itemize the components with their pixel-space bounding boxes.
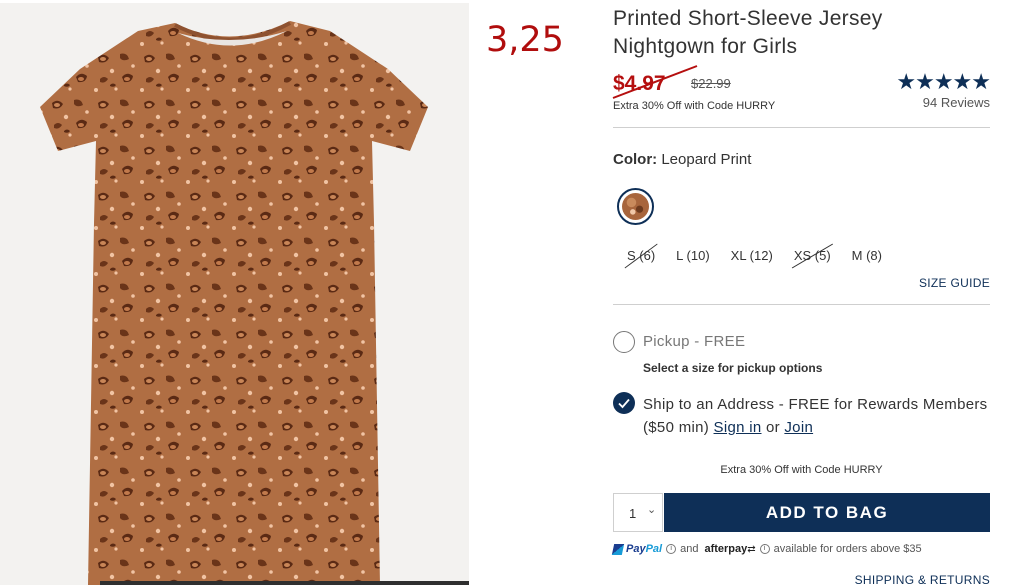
paypal-logo-a: Pay bbox=[626, 543, 646, 555]
size-guide-link[interactable]: SIZE GUIDE bbox=[873, 276, 990, 290]
and-text: and bbox=[680, 543, 699, 555]
join-link[interactable]: Join bbox=[784, 419, 813, 436]
quantity-select[interactable]: 1 ⌄ bbox=[613, 493, 663, 532]
afterpay-logo[interactable]: afterpay bbox=[704, 543, 747, 555]
nightgown-illustration bbox=[40, 21, 428, 585]
bag-promo-text: Extra 30% Off with Code HURRY bbox=[720, 464, 883, 476]
color-label: Color: bbox=[613, 151, 658, 168]
ship-radio[interactable] bbox=[613, 392, 635, 414]
size-option[interactable]: M (8) bbox=[852, 248, 882, 263]
divider bbox=[613, 304, 990, 305]
ship-option[interactable]: Ship to an Address - FREE for Rewards Me… bbox=[643, 393, 990, 439]
size-label: M (8) bbox=[851, 248, 882, 263]
paypal-icon bbox=[611, 543, 625, 555]
size-option[interactable]: XL (12) bbox=[731, 248, 773, 263]
sign-in-link[interactable]: Sign in bbox=[714, 419, 762, 436]
checkmark-icon bbox=[618, 398, 630, 409]
or-text: or bbox=[765, 419, 780, 436]
payment-note: available for orders above $35 bbox=[773, 543, 922, 555]
product-title: Printed Short-Sleeve Jersey Nightgown fo… bbox=[613, 7, 883, 58]
swatch-fill bbox=[622, 193, 649, 220]
ship-label: Ship to an Address - FREE for Rewards Me… bbox=[643, 396, 988, 436]
info-icon[interactable]: i bbox=[759, 544, 770, 554]
info-icon[interactable]: i bbox=[666, 544, 677, 554]
paypal-logo-b: Pal bbox=[645, 543, 663, 555]
size-label: XL (12) bbox=[730, 248, 773, 263]
product-image bbox=[0, 3, 469, 585]
sale-price: $4.97 bbox=[613, 72, 666, 95]
pickup-note: Select a size for pickup options bbox=[643, 361, 823, 375]
star-rating[interactable]: ★★★★★ bbox=[889, 70, 991, 94]
overlay-price: 3,25 bbox=[486, 20, 564, 60]
color-swatch-leopard[interactable] bbox=[617, 188, 654, 225]
size-option[interactable]: XS (5) bbox=[791, 243, 833, 269]
size-option[interactable]: S (6) bbox=[624, 243, 658, 269]
chevron-down-icon: ⌄ bbox=[647, 504, 657, 516]
shipping-returns-link[interactable]: SHIPPING & RETURNS bbox=[813, 573, 990, 585]
size-selector: S (6) L (10) XL (12) XS (5) M (8) bbox=[624, 243, 903, 269]
color-row: Color: Leopard Print bbox=[613, 151, 751, 168]
paypal-logo[interactable]: PayPal bbox=[626, 543, 662, 555]
quantity-value: 1 bbox=[629, 506, 637, 521]
color-value: Leopard Print bbox=[661, 151, 752, 168]
add-to-bag-button[interactable]: ADD TO BAG bbox=[664, 493, 990, 532]
original-price: $22.99 bbox=[691, 76, 731, 91]
divider bbox=[613, 127, 990, 128]
pickup-radio[interactable] bbox=[613, 331, 635, 353]
unavailable-slash bbox=[624, 243, 658, 269]
payment-options: PayPal i and afterpay ⇄ i available for … bbox=[611, 543, 922, 555]
size-option[interactable]: L (10) bbox=[676, 248, 709, 263]
pickup-label[interactable]: Pickup - FREE bbox=[643, 333, 745, 350]
unavailable-slash bbox=[791, 243, 833, 269]
size-label: L (10) bbox=[676, 248, 710, 263]
afterpay-icon: ⇄ bbox=[747, 543, 756, 555]
promo-text: Extra 30% Off with Code HURRY bbox=[613, 100, 776, 112]
reviews-link[interactable]: 94 Reviews bbox=[889, 95, 990, 110]
page-bottom-bar bbox=[100, 581, 469, 585]
